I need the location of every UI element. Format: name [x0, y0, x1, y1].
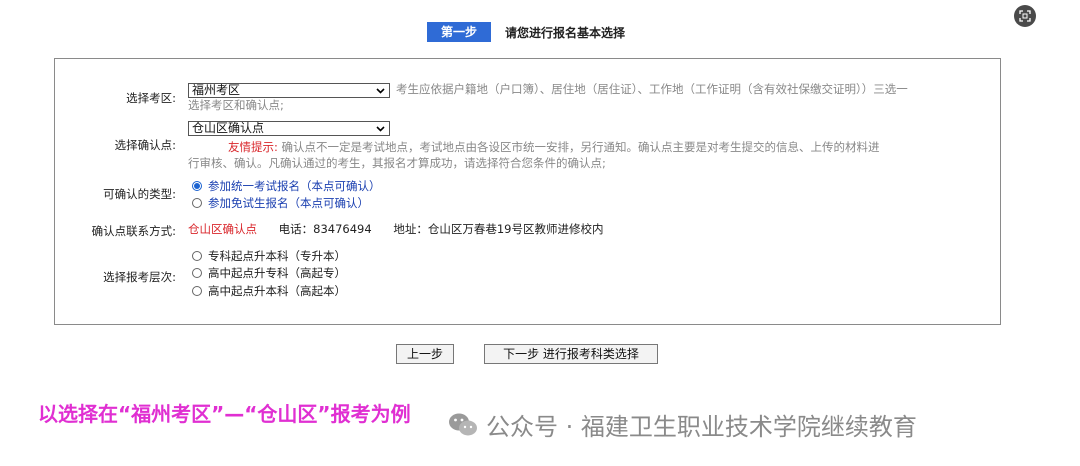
radio-icon[interactable] — [192, 286, 202, 296]
scan-icon[interactable] — [1014, 5, 1036, 27]
example-caption: 以选择在“福州考区”—“仓山区”报考为例 — [38, 402, 411, 426]
step-header: 第一步 请您进行报名基本选择 — [427, 22, 625, 42]
contact-phone: 电话：83476494 — [278, 222, 372, 236]
confirm-type-option-exempt[interactable]: 参加免试生报名（本点可确认） — [192, 195, 369, 211]
step-badge: 第一步 — [427, 22, 492, 42]
exam-area-hint: 考生应依据户籍地（户口簿）、居住地（居住证）、工作地（工作证明（含有效社保缴交证… — [188, 82, 908, 112]
contact-address: 地址：仓山区万春巷19号区教师进修校内 — [393, 222, 604, 236]
exam-area-label: 选择考区: — [126, 91, 176, 105]
confirm-point-tip-line1: 友情提示: 确认点不一定是考试地点，考试地点由各设区市统一安排，另行通知。确认点… — [228, 139, 880, 155]
chevron-down-icon — [376, 126, 385, 132]
level-label: 选择报考层次: — [103, 270, 176, 284]
watermark: 公众号 · 福建卫生职业技术学院继续教育 — [448, 407, 917, 442]
confirm-type-option-unified[interactable]: 参加统一考试报名（本点可确认） — [192, 178, 381, 194]
level-option-zsb[interactable]: 专科起点升本科（专升本） — [192, 248, 346, 264]
step-title: 请您进行报名基本选择 — [505, 25, 626, 40]
contact-point-name: 仓山区确认点 — [188, 222, 257, 236]
tip-text-1: 确认点不一定是考试地点，考试地点由各设区市统一安排，另行通知。确认点主要是对考生… — [281, 140, 880, 154]
level-option-label: 专科起点升本科（专升本） — [208, 249, 346, 263]
level-option-gqz[interactable]: 高中起点升专科（高起专） — [192, 265, 346, 281]
confirm-type-option-label: 参加免试生报名（本点可确认） — [208, 196, 369, 210]
contact-info: 仓山区确认点 电话：83476494 地址：仓山区万春巷19号区教师进修校内 — [188, 221, 604, 237]
confirm-type-option-label: 参加统一考试报名（本点可确认） — [208, 179, 381, 193]
confirm-point-label: 选择确认点: — [114, 138, 176, 152]
tip-label: 友情提示: — [228, 140, 278, 154]
radio-icon[interactable] — [192, 268, 202, 278]
radio-icon[interactable] — [192, 251, 202, 261]
watermark-text: 公众号 · 福建卫生职业技术学院继续教育 — [486, 413, 917, 441]
radio-checked-icon[interactable] — [192, 181, 202, 191]
confirm-point-select[interactable]: 仓山区确认点 — [188, 121, 390, 136]
wechat-icon — [449, 413, 477, 435]
confirm-point-selected: 仓山区确认点 — [192, 121, 265, 135]
next-step-button[interactable]: 下一步 进行报考科类选择 — [484, 344, 658, 364]
contact-label: 确认点联系方式: — [91, 224, 176, 238]
level-option-label: 高中起点升本科（高起本） — [208, 284, 346, 298]
confirm-point-tip-line2: 行审核、确认。凡确认通过的考生，其报名才算成功，请选择符合您条件的确认点; — [188, 156, 606, 170]
confirm-type-label: 可确认的类型: — [103, 187, 176, 201]
prev-step-button[interactable]: 上一步 — [396, 344, 454, 364]
level-option-gqb[interactable]: 高中起点升本科（高起本） — [192, 283, 346, 299]
radio-icon[interactable] — [192, 198, 202, 208]
level-option-label: 高中起点升专科（高起专） — [208, 266, 346, 280]
